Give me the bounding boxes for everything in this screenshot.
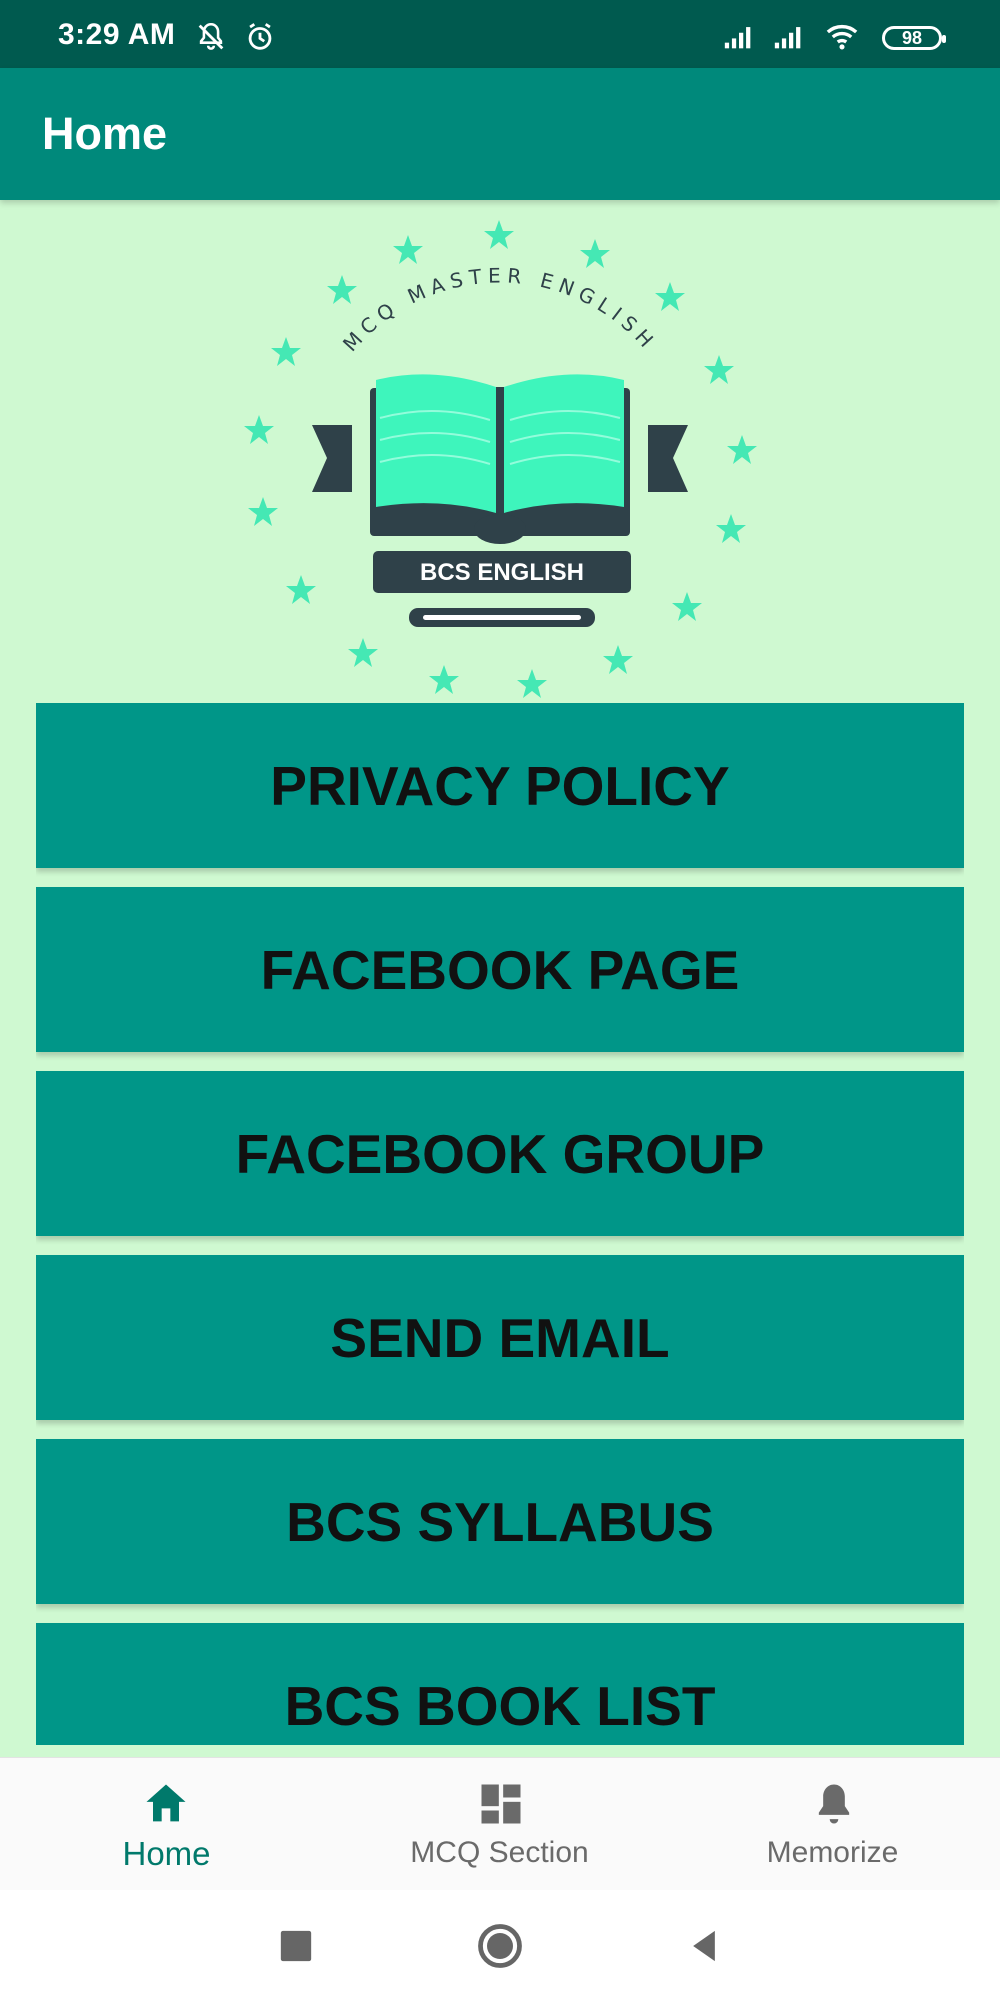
bottom-navigation: Home MCQ Section Memorize <box>0 1757 1000 1890</box>
send-email-button[interactable]: SEND EMAIL <box>36 1255 964 1420</box>
signal-icon <box>722 20 756 54</box>
status-bar: 3:29 AM 98 <box>0 0 1000 68</box>
dashboard-icon <box>475 1778 527 1830</box>
facebook-page-label: FACEBOOK PAGE <box>260 938 740 1001</box>
home-circle-icon[interactable] <box>474 1920 526 1972</box>
status-time: 3:29 AM <box>58 18 176 51</box>
page-title: Home <box>42 108 168 159</box>
bell-icon <box>808 1778 860 1830</box>
menu-list: PRIVACY POLICY FACEBOOK PAGE FACEBOOK GR… <box>36 703 964 1745</box>
send-email-label: SEND EMAIL <box>330 1306 670 1369</box>
facebook-page-button[interactable]: FACEBOOK PAGE <box>36 887 964 1052</box>
alarm-icon <box>243 20 277 54</box>
nav-mcq-section[interactable]: MCQ Section <box>333 1758 666 1891</box>
nav-home-label: Home <box>122 1835 211 1872</box>
logo-badge-text: BCS ENGLISH <box>420 559 584 586</box>
back-icon[interactable] <box>678 1920 730 1972</box>
recent-apps-icon[interactable] <box>270 1920 322 1972</box>
battery-level: 98 <box>901 27 923 48</box>
nav-home[interactable]: Home <box>0 1758 333 1891</box>
system-navigation <box>0 1890 1000 2000</box>
bcs-syllabus-label: BCS SYLLABUS <box>286 1490 714 1553</box>
svg-text:MCQ MASTER ENGLISH: MCQ MASTER ENGLISH <box>338 263 662 356</box>
home-icon <box>140 1778 192 1830</box>
app-logo: MCQ MASTER ENGLISH BCS ENGLISH <box>230 215 770 715</box>
muted-bell-icon <box>194 20 228 54</box>
bcs-syllabus-button[interactable]: BCS SYLLABUS <box>36 1439 964 1604</box>
battery-icon: 98 <box>882 26 946 50</box>
nav-memorize-label: Memorize <box>766 1836 899 1869</box>
app-bar: Home <box>0 68 1000 200</box>
facebook-group-button[interactable]: FACEBOOK GROUP <box>36 1071 964 1236</box>
nav-memorize[interactable]: Memorize <box>666 1758 999 1891</box>
signal-icon <box>772 20 806 54</box>
bcs-book-list-label: BCS BOOK LIST <box>284 1674 716 1737</box>
bcs-book-list-button[interactable]: BCS BOOK LIST <box>36 1623 964 1745</box>
wifi-icon <box>825 20 859 54</box>
facebook-group-label: FACEBOOK GROUP <box>235 1122 765 1185</box>
nav-mcq-section-label: MCQ Section <box>410 1836 589 1869</box>
logo-arc-text: MCQ MASTER ENGLISH <box>338 263 656 356</box>
privacy-policy-button[interactable]: PRIVACY POLICY <box>36 703 964 868</box>
privacy-policy-label: PRIVACY POLICY <box>270 754 730 817</box>
